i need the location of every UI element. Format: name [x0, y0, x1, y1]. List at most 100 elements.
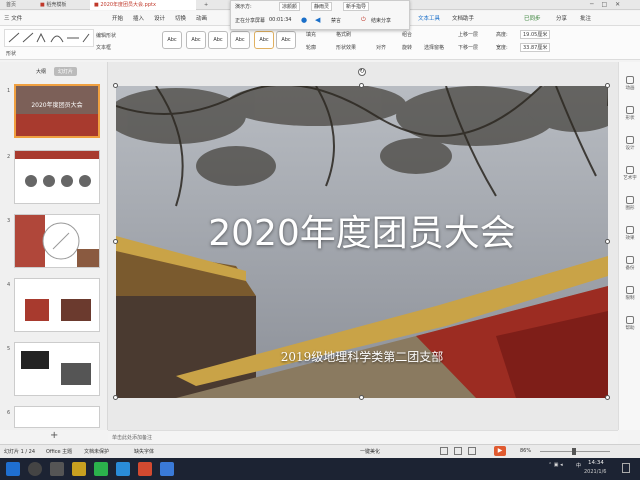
bring-forward-button[interactable]: 上移一层 — [458, 31, 478, 38]
right-pane-graphic[interactable]: 图形 — [621, 196, 639, 211]
notification-icon[interactable] — [622, 463, 630, 473]
host-badge[interactable]: 静雨灵 — [311, 2, 333, 11]
file-menu[interactable]: 三 文件 — [4, 14, 22, 22]
right-pane-design[interactable]: 设计 — [621, 136, 639, 151]
clock-time[interactable]: 14:34 — [588, 460, 604, 466]
shape-style-1[interactable]: Abc — [162, 31, 182, 49]
width-field[interactable]: 33.87厘米 — [520, 43, 551, 52]
shape-style-3[interactable]: Abc — [208, 31, 228, 49]
normal-view-icon[interactable] — [440, 447, 448, 455]
slide-title[interactable]: 2020年度团员大会 — [116, 204, 608, 256]
height-field[interactable]: 19.05厘米 — [520, 30, 551, 39]
wps-icon[interactable] — [138, 462, 152, 476]
wechat-icon[interactable] — [94, 462, 108, 476]
slide-thumbnail-3[interactable] — [14, 214, 100, 268]
shape-effect-button[interactable]: 形状效果 — [336, 44, 356, 51]
viewer-badge[interactable]: 凉颜颜 — [279, 2, 301, 11]
slide-thumbnail-6[interactable] — [14, 406, 100, 428]
rotate-button[interactable]: 旋转 — [402, 44, 412, 51]
sync-status[interactable]: 已同步 — [524, 14, 541, 22]
slide-thumbnail-5[interactable] — [14, 342, 100, 396]
ribbon-tab-design[interactable]: 设计 — [154, 14, 165, 22]
task-view-icon[interactable] — [50, 462, 64, 476]
resize-handle[interactable] — [605, 395, 610, 400]
resize-handle[interactable] — [113, 239, 118, 244]
slide-thumbnail-2[interactable] — [14, 150, 100, 204]
comment-button[interactable]: 批注 — [580, 14, 591, 22]
power-icon[interactable]: ⏻ — [361, 16, 366, 24]
shape-style-6[interactable]: Abc — [276, 31, 296, 49]
resize-handle[interactable] — [113, 395, 118, 400]
end-share-button[interactable]: 结束分享 — [371, 17, 391, 24]
slide-subtitle[interactable]: 2019级地理科学类第二团支部 — [116, 348, 608, 365]
maximize-icon[interactable]: □ — [602, 1, 608, 8]
resize-handle[interactable] — [605, 239, 610, 244]
fill-button[interactable]: 填充 — [306, 31, 316, 38]
ribbon-tab-insert[interactable]: 插入 — [133, 14, 144, 22]
new-tab-button[interactable]: + — [200, 0, 210, 10]
select-pane-button[interactable]: 选择窗格 — [424, 44, 444, 51]
play-icon[interactable]: ▶ — [494, 446, 506, 456]
search-icon[interactable] — [28, 462, 42, 476]
resize-handle[interactable] — [359, 395, 364, 400]
rotate-handle-icon[interactable]: ↻ — [358, 68, 366, 76]
right-pane-wordart[interactable]: 艺术字 — [621, 166, 639, 181]
ribbon-tab-animation[interactable]: 动画 — [196, 14, 207, 22]
microphone-icon[interactable]: ● — [301, 16, 308, 24]
group-button[interactable]: 组合 — [402, 31, 412, 38]
zoom-slider-thumb[interactable] — [572, 448, 576, 455]
right-pane-shape[interactable]: 形状 — [621, 106, 639, 121]
notes-pane[interactable]: 单击此处添加备注 — [108, 430, 618, 444]
slide-thumbnail-1[interactable]: 2020年度团员大会 — [14, 84, 100, 138]
right-pane-effect[interactable]: 效果 — [621, 226, 639, 241]
shape-style-4[interactable]: Abc — [230, 31, 250, 49]
ribbon-tab-transition[interactable]: 切换 — [175, 14, 186, 22]
ime-indicator[interactable]: 中 — [576, 462, 581, 469]
outline-tab[interactable]: 大纲 — [36, 68, 46, 75]
tab-document[interactable]: ■ 2020年度团员大会.pptx — [90, 0, 196, 10]
resize-handle[interactable] — [605, 83, 610, 88]
browser-icon[interactable] — [116, 462, 130, 476]
speaker-icon[interactable]: ◀ — [315, 16, 323, 24]
protection-status[interactable]: 文档未保护 — [84, 448, 109, 455]
slide-thumbnail-4[interactable] — [14, 278, 100, 332]
tab-home[interactable]: 首页 — [2, 0, 32, 10]
add-slide-button[interactable]: + — [50, 430, 58, 441]
shape-style-5[interactable]: Abc — [254, 31, 274, 49]
right-pane-help[interactable]: 帮助 — [621, 316, 639, 331]
edit-shape-button[interactable]: 编辑形状 — [96, 32, 116, 39]
outline-button[interactable]: 轮廓 — [306, 44, 316, 51]
shape-style-2[interactable]: Abc — [186, 31, 206, 49]
ribbon-tab-doc-helper[interactable]: 文档助手 — [452, 14, 474, 22]
shape-label[interactable]: 形状 — [6, 50, 16, 57]
tab-docer[interactable]: ■ 稻壳模板 — [36, 0, 88, 10]
align-button[interactable]: 对齐 — [376, 44, 386, 51]
shape-gallery[interactable] — [4, 29, 94, 47]
tray-icons[interactable]: ⌃ ▣ ◂ — [548, 462, 563, 468]
resize-handle[interactable] — [113, 83, 118, 88]
minimize-icon[interactable]: ─ — [590, 1, 594, 8]
main-slide[interactable]: 2020年度团员大会 2019级地理科学类第二团支部 — [116, 86, 608, 398]
beautify-button[interactable]: 一键美化 — [360, 448, 380, 455]
notes-placeholder[interactable]: 单击此处添加备注 — [112, 434, 152, 441]
send-backward-button[interactable]: 下移一层 — [458, 44, 478, 51]
close-icon[interactable]: ✕ — [615, 1, 620, 8]
sorter-view-icon[interactable] — [454, 447, 462, 455]
ribbon-tab-text-tools[interactable]: 文本工具 — [418, 14, 440, 22]
format-brush-button[interactable]: 格式刷 — [336, 31, 351, 38]
meeting-icon[interactable] — [160, 462, 174, 476]
windows-start-icon[interactable] — [6, 462, 20, 476]
textbox-button[interactable]: 文本框 — [96, 44, 111, 51]
clock-date[interactable]: 2021/1/6 — [584, 469, 606, 475]
share-button[interactable]: 分享 — [556, 14, 567, 22]
right-pane-backup[interactable]: 备份 — [621, 256, 639, 271]
newbie-badge[interactable]: 新手指导 — [343, 2, 370, 11]
right-pane-limit[interactable]: 限制 — [621, 286, 639, 301]
reading-view-icon[interactable] — [468, 447, 476, 455]
ribbon-tab-start[interactable]: 开始 — [112, 14, 123, 22]
right-pane-animation[interactable]: 动画 — [621, 76, 639, 91]
resize-handle[interactable] — [359, 83, 364, 88]
file-explorer-icon[interactable] — [72, 462, 86, 476]
missing-font-status[interactable]: 缺失字体 — [134, 448, 154, 455]
slides-tab[interactable]: 幻灯片 — [54, 67, 78, 76]
